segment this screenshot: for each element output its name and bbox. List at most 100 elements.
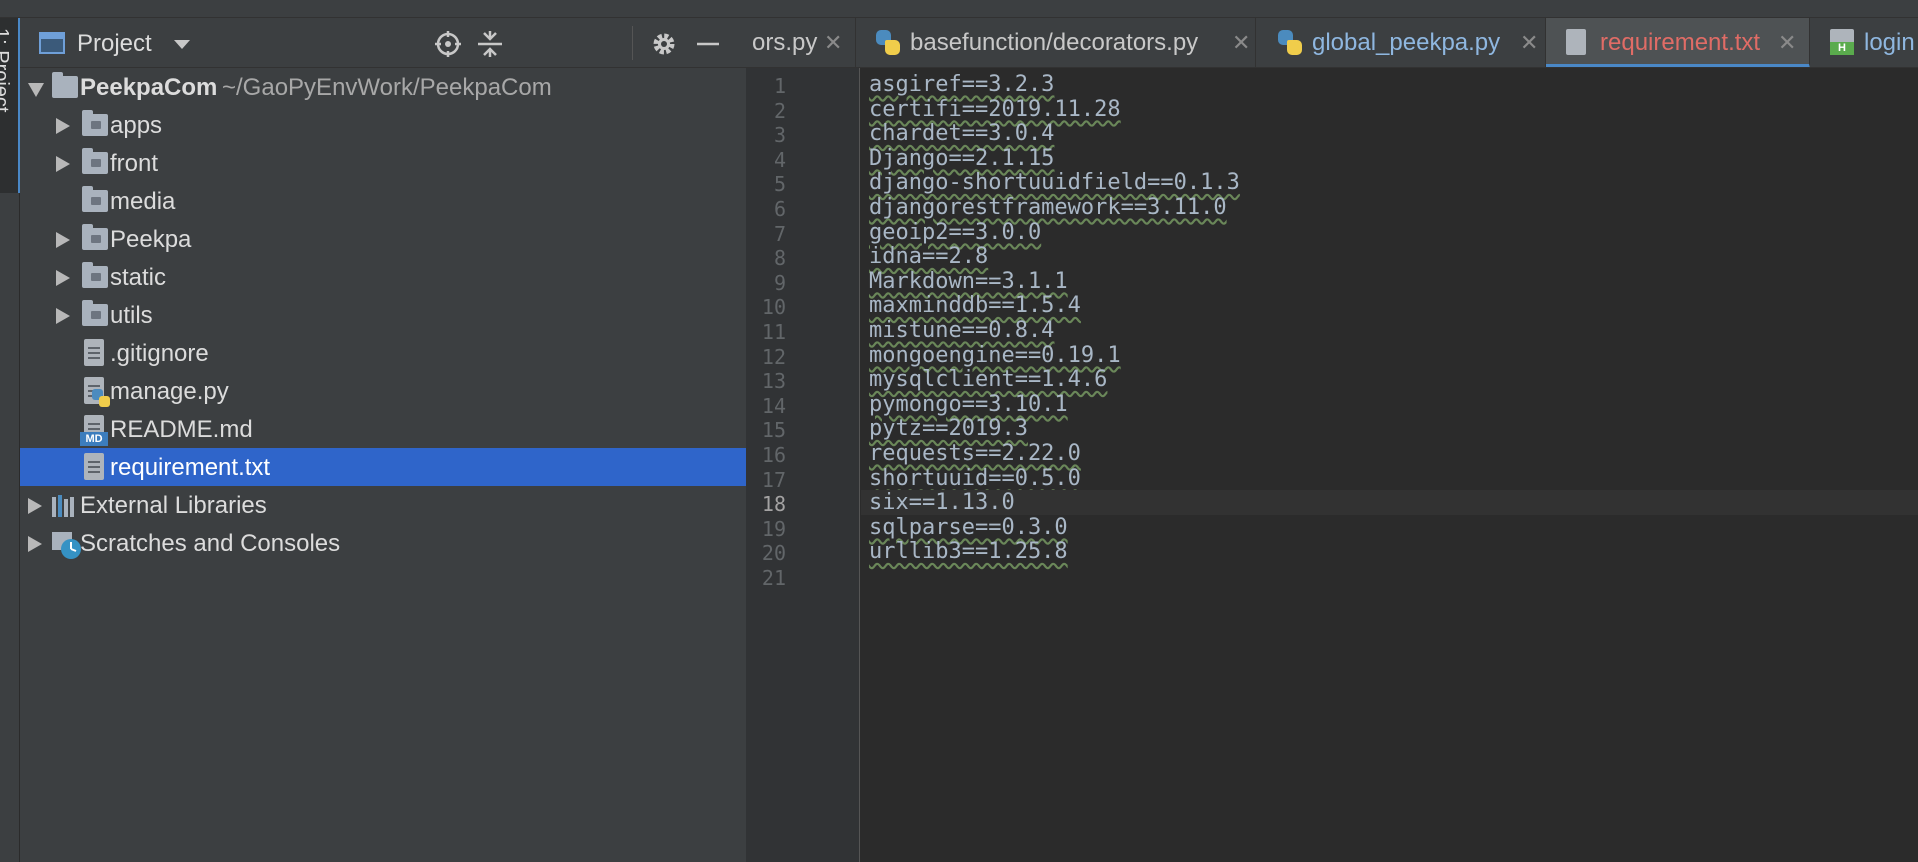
line-number: 19: [761, 516, 786, 541]
collapse-arrow-icon[interactable]: [28, 498, 42, 514]
project-panel: Project PeekpaCom ~/GaoPyEnvWork/PeekpaC…: [20, 18, 746, 862]
left-tool-strip: 1: Project: [0, 18, 20, 862]
library-icon: [52, 495, 74, 517]
tree-item-label: Scratches and Consoles: [80, 530, 341, 557]
code-text: mistune==0.8.4: [869, 318, 1055, 343]
code-line[interactable]: mongoengine==0.19.1: [861, 343, 1918, 368]
collapse-arrow-icon[interactable]: [56, 270, 70, 286]
tree-item-label: .gitignore: [110, 340, 209, 367]
line-number: 10: [761, 295, 786, 320]
close-icon[interactable]: ✕: [824, 30, 842, 56]
code-line[interactable]: six==1.13.0: [861, 490, 1918, 515]
code-line[interactable]: Django==2.1.15: [861, 146, 1918, 171]
collapse-all-icon[interactable]: [476, 30, 504, 58]
collapse-arrow-icon[interactable]: [56, 118, 70, 134]
folder-icon: [82, 110, 108, 136]
collapse-arrow-icon[interactable]: [28, 536, 42, 552]
folder-icon: [82, 224, 108, 250]
code-line[interactable]: maxminddb==1.5.4: [861, 293, 1918, 318]
code-text: pymongo==3.10.1: [869, 391, 1068, 417]
python-file-icon: [876, 30, 900, 56]
code-line[interactable]: djangorestframework==3.11.0: [861, 195, 1918, 220]
close-icon[interactable]: ✕: [1232, 30, 1250, 56]
code-text: django-shortuuidfield==0.1.3: [869, 170, 1240, 196]
tab-label: basefunction/decorators.py: [910, 29, 1199, 56]
line-number: 13: [761, 369, 786, 394]
html-badge: H: [1830, 42, 1854, 55]
project-panel-header: Project: [20, 18, 746, 68]
line-number-gutter: 1 2 3 4 5 6 7 8 9 10 11 12 13 14 15 16 17 18 19 20 21: [746, 68, 860, 862]
code-line[interactable]: requests==2.22.0: [861, 441, 1918, 466]
code-line[interactable]: Markdown==3.1.1: [861, 269, 1918, 294]
tab-login[interactable]: H login: [1810, 18, 1918, 67]
code-line[interactable]: pytz==2019.3: [861, 416, 1918, 441]
line-number: 14: [761, 393, 786, 418]
tree-item-apps[interactable]: apps: [20, 106, 746, 144]
tree-item-external-libraries[interactable]: External Libraries: [20, 486, 746, 524]
code-line[interactable]: pymongo==3.10.1: [861, 392, 1918, 417]
folder-icon: [82, 262, 108, 288]
tree-item-manage-py[interactable]: manage.py: [20, 372, 746, 410]
expand-arrow-icon[interactable]: [28, 83, 44, 97]
python-badge-icon: [92, 389, 110, 407]
code-line[interactable]: urllib3==1.25.8: [861, 539, 1918, 564]
collapse-arrow-icon[interactable]: [56, 308, 70, 324]
line-number: 20: [761, 541, 786, 566]
code-text: pytz==2019.3: [869, 416, 1028, 442]
tab-requirement-txt[interactable]: requirement.txt ✕: [1546, 18, 1810, 67]
chevron-down-icon[interactable]: [174, 40, 190, 49]
tab-label: global_peekpa.py: [1312, 29, 1501, 56]
tree-item-peekpa[interactable]: Peekpa: [20, 220, 746, 258]
code-text: Django==2.1.15: [869, 145, 1055, 171]
tree-item-media[interactable]: media: [20, 182, 746, 220]
code-text: certifi==2019.11.28: [869, 96, 1121, 122]
tree-item-gitignore[interactable]: .gitignore: [20, 334, 746, 372]
editor-area: ors.py ✕ basefunction/decorators.py ✕ gl…: [746, 18, 1918, 862]
collapse-arrow-icon[interactable]: [56, 232, 70, 248]
line-number: 3: [773, 123, 786, 148]
line-number: 9: [773, 270, 786, 295]
code-text: mysqlclient==1.4.6: [869, 367, 1108, 393]
code-text: chardet==3.0.4: [869, 121, 1055, 147]
tab-global-peekpa-py[interactable]: global_peekpa.py ✕: [1256, 18, 1546, 67]
code-line[interactable]: certifi==2019.11.28: [861, 97, 1918, 122]
folder-icon: [82, 148, 108, 174]
tab-label: ors.py: [752, 29, 818, 56]
close-icon[interactable]: ✕: [1520, 30, 1538, 56]
hide-panel-icon[interactable]: [694, 30, 722, 58]
code-line[interactable]: mysqlclient==1.4.6: [861, 367, 1918, 392]
tree-item-scratches[interactable]: Scratches and Consoles: [20, 524, 746, 562]
tab-ors-py[interactable]: ors.py ✕: [746, 18, 856, 67]
tree-item-front[interactable]: front: [20, 144, 746, 182]
locate-file-icon[interactable]: [434, 30, 462, 58]
code-line[interactable]: sqlparse==0.3.0: [861, 515, 1918, 540]
code-line[interactable]: shortuuid==0.5.0: [861, 466, 1918, 491]
collapse-arrow-icon[interactable]: [56, 156, 70, 172]
close-icon[interactable]: ✕: [1778, 30, 1796, 56]
code-line[interactable]: django-shortuuidfield==0.1.3: [861, 170, 1918, 195]
line-number: 8: [773, 246, 786, 271]
tree-item-readme[interactable]: MD README.md: [20, 410, 746, 448]
line-number: 21: [761, 566, 786, 590]
code-editor[interactable]: asgiref==3.2.3 certifi==2019.11.28 chardet…: [861, 68, 1918, 862]
tree-item-utils[interactable]: utils: [20, 296, 746, 334]
tab-decorators-py[interactable]: basefunction/decorators.py ✕: [856, 18, 1256, 67]
gear-icon[interactable]: [650, 30, 678, 58]
tree-root-path: ~/GaoPyEnvWork/PeekpaCom: [222, 74, 552, 101]
tree-item-label: Peekpa: [110, 226, 192, 253]
code-text: idna==2.8: [869, 244, 989, 270]
code-line[interactable]: asgiref==3.2.3: [861, 72, 1918, 97]
tab-label: requirement.txt: [1600, 29, 1761, 56]
code-line[interactable]: [861, 564, 1918, 589]
tree-item-static[interactable]: static: [20, 258, 746, 296]
code-line[interactable]: geoip2==3.0.0: [861, 220, 1918, 245]
tree-item-requirement-txt[interactable]: requirement.txt: [20, 448, 746, 486]
project-tool-window-tab[interactable]: 1: Project: [0, 18, 20, 193]
line-number: 17: [761, 467, 786, 492]
tree-root-peekpacom[interactable]: PeekpaCom ~/GaoPyEnvWork/PeekpaCom: [20, 68, 746, 106]
code-line[interactable]: mistune==0.8.4: [861, 318, 1918, 343]
header-divider: [632, 26, 633, 60]
project-view-selector[interactable]: Project: [77, 30, 152, 58]
code-line[interactable]: chardet==3.0.4: [861, 121, 1918, 146]
code-line[interactable]: idna==2.8: [861, 244, 1918, 269]
